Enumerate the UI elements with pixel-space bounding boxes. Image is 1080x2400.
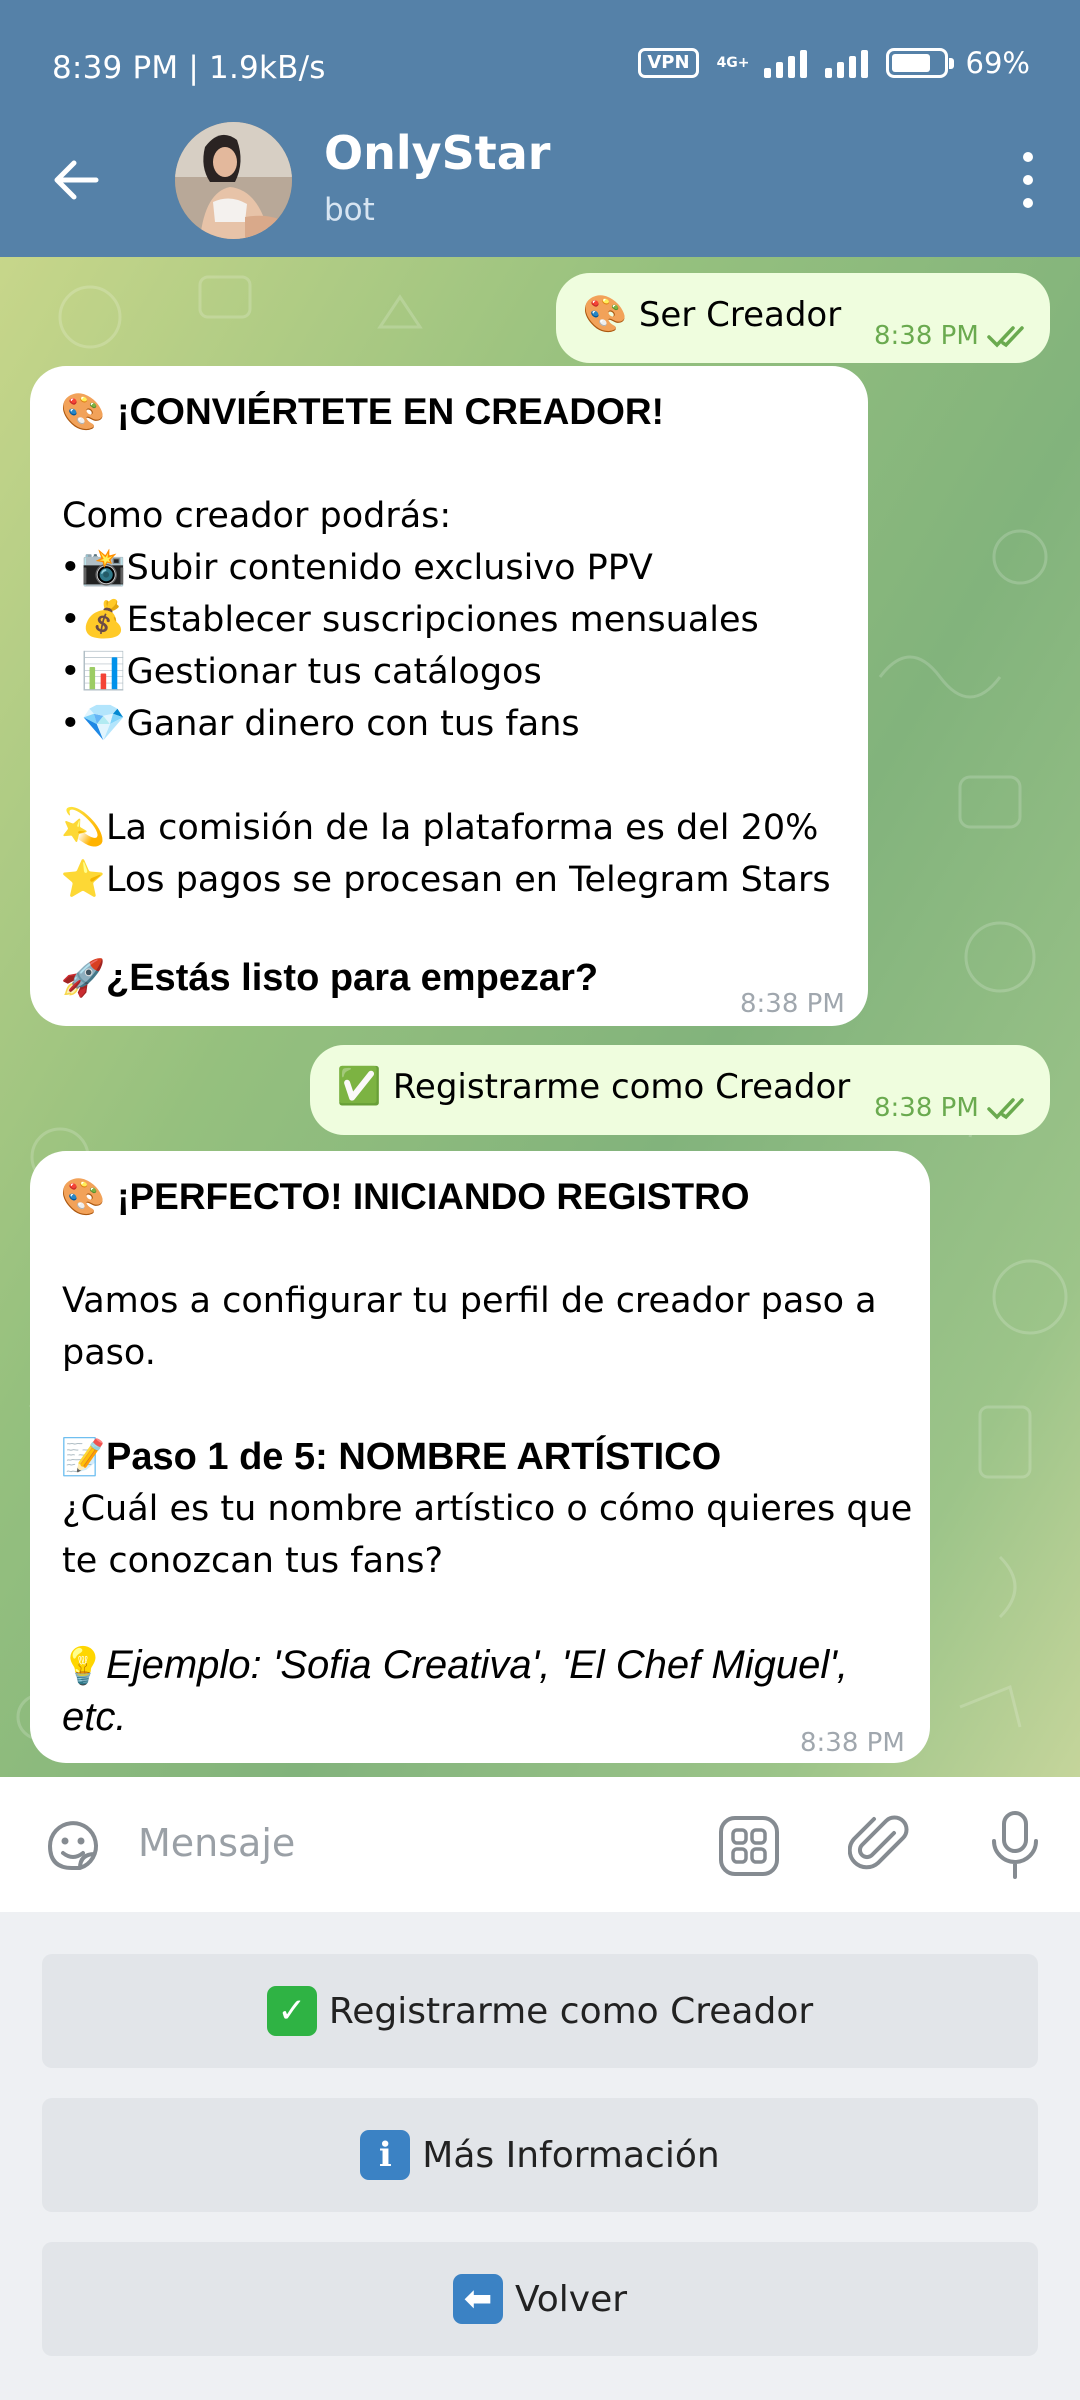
list-item: •💰Establecer suscripciones mensuales [60, 599, 759, 640]
message-input[interactable]: Mensaje [138, 1821, 295, 1865]
incoming-message-iniciando-registro[interactable]: 🎨 ¡PERFECTO! INICIANDO REGISTRO Vamos a … [30, 1151, 930, 1763]
signal-icon [763, 48, 807, 78]
keyboard-button-volver[interactable]: ⬅ Volver [42, 2242, 1038, 2356]
palette-emoji: 🎨 [60, 1177, 106, 1218]
list-item: •📊Gestionar tus catálogos [60, 651, 542, 692]
payments-note: ⭐Los pagos se procesan en Telegram Stars [60, 859, 831, 900]
message-heading: ¡PERFECTO! INICIANDO REGISTRO [117, 1176, 750, 1217]
list-item: •📸Subir contenido exclusivo PPV [60, 547, 653, 588]
emoji-sticker-icon[interactable] [40, 1813, 106, 1879]
microphone-icon[interactable] [982, 1809, 1048, 1881]
commission-note: 💫La comisión de la plataforma es del 20% [60, 807, 819, 848]
double-check-icon [987, 326, 1024, 348]
message-text: Ser Creador [638, 295, 842, 335]
check-emoji: ✅ [336, 1066, 382, 1107]
example-line: etc. [62, 1695, 127, 1739]
chat-title[interactable]: OnlyStar [324, 126, 550, 180]
bot-reply-keyboard: ✓ Registrarme como Creador i Más Informa… [0, 1912, 1080, 2400]
outgoing-message-registrarme[interactable]: ✅ Registrarme como Creador 8:38 PM [310, 1045, 1050, 1135]
double-check-icon [987, 1098, 1024, 1120]
vpn-badge: VPN [638, 48, 699, 78]
button-label: Más Información [422, 2134, 720, 2176]
question-line: te conozcan tus fans? [62, 1541, 444, 1581]
avatar[interactable] [175, 122, 292, 239]
more-options-icon[interactable] [1016, 152, 1040, 208]
chat-subtitle: bot [324, 192, 375, 228]
network-type: 4G+ [716, 55, 750, 71]
check-icon: ✓ [266, 1986, 317, 2036]
button-label: Registrarme como Creador [328, 1990, 814, 2032]
example-line: 💡Ejemplo: 'Sofia Creativa', 'El Chef Mig… [60, 1643, 848, 1687]
message-time: 8:38 PM [874, 1093, 1031, 1123]
outgoing-message-ser-creador[interactable]: 🎨 Ser Creador 8:38 PM [556, 273, 1050, 363]
message-time: 8:38 PM [740, 989, 845, 1019]
status-indicators: VPN 4G+ 69% [638, 46, 1030, 80]
call-to-action: 🚀¿Estás listo para empezar? [60, 957, 599, 999]
question-line: ¿Cuál es tu nombre artístico o cómo quie… [62, 1489, 913, 1529]
info-icon: i [360, 2130, 411, 2180]
message-paragraph: Vamos a configurar tu perfil de creador … [62, 1281, 877, 1321]
signal-icon-2 [824, 48, 868, 78]
message-input-bar: Mensaje [0, 1777, 1080, 1912]
message-paragraph: paso. [62, 1333, 156, 1373]
keyboard-button-mas-informacion[interactable]: i Más Información [42, 2098, 1038, 2212]
message-heading: ¡CONVIÉRTETE EN CREADOR! [117, 391, 664, 432]
palette-emoji: 🎨 [60, 392, 106, 433]
bot-keyboard-icon[interactable] [716, 1813, 782, 1879]
status-time-speed: 8:39 PM | 1.9kB/s [52, 50, 326, 86]
battery-percent: 69% [965, 46, 1030, 80]
list-item: •💎Ganar dinero con tus fans [60, 703, 580, 744]
chat-area[interactable]: 🎨 Ser Creador 8:38 PM 🎨 ¡CONVIÉRTETE EN … [0, 257, 1080, 1777]
back-arrow-icon: ⬅ [452, 2274, 503, 2324]
battery-icon [885, 48, 954, 78]
step-heading: 📝Paso 1 de 5: NOMBRE ARTÍSTICO [60, 1436, 722, 1478]
attach-paperclip-icon[interactable] [848, 1813, 914, 1879]
button-label: Volver [514, 2278, 628, 2320]
back-arrow-icon[interactable] [50, 154, 102, 206]
message-time: 8:38 PM [800, 1728, 905, 1758]
message-time: 8:38 PM [874, 321, 1031, 351]
status-bar: 8:39 PM | 1.9kB/s VPN 4G+ 69% [0, 0, 1080, 130]
palette-emoji: 🎨 [582, 294, 628, 335]
app-header: 8:39 PM | 1.9kB/s VPN 4G+ 69% OnlyStar b… [0, 0, 1080, 257]
message-text: Registrarme como Creador [392, 1067, 851, 1107]
keyboard-button-registrarme[interactable]: ✓ Registrarme como Creador [42, 1954, 1038, 2068]
message-intro: Como creador podrás: [62, 496, 452, 536]
incoming-message-convierte-creador[interactable]: 🎨 ¡CONVIÉRTETE EN CREADOR! Como creador … [30, 366, 868, 1026]
